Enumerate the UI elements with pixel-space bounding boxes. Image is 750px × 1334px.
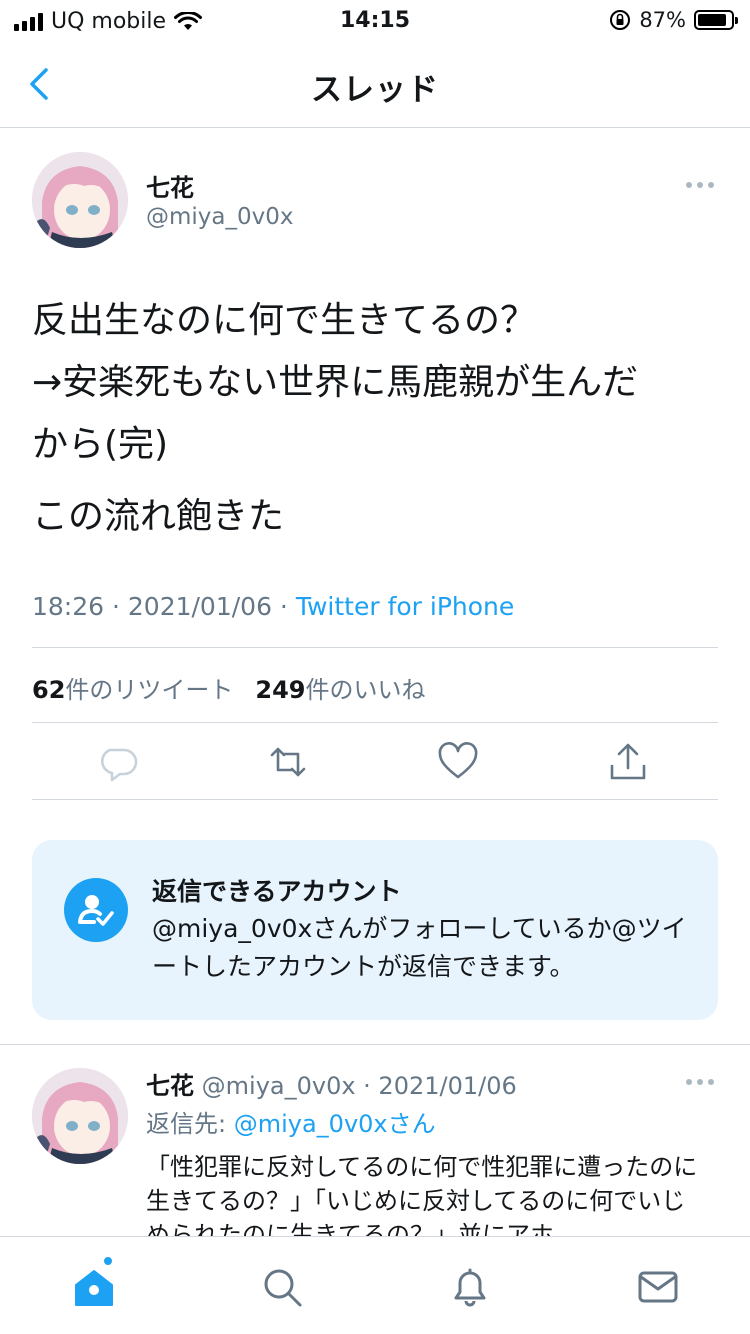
retweet-count-value: 62	[32, 676, 66, 704]
status-right: 87%	[609, 8, 738, 32]
like-icon[interactable]	[436, 740, 480, 784]
battery-icon	[694, 10, 738, 30]
tweet-timestamp: 18:26 · 2021/01/06 ·	[32, 592, 296, 621]
more-icon[interactable]	[686, 1079, 714, 1085]
messages-icon[interactable]	[636, 1265, 680, 1309]
like-count-label: 件のいいね	[305, 676, 426, 704]
reply-handle-date[interactable]: @miya_0v0x · 2021/01/06	[202, 1072, 517, 1100]
battery-percent: 87%	[639, 8, 686, 32]
tweet-line: から(完)	[32, 424, 169, 465]
tweet-line: →安楽死もない世界に馬鹿親が生んだ	[32, 362, 639, 403]
reply-text: 「性犯罪に反対してるのに何で性犯罪に遭ったのに生きてるの？」「いじめに反対してる…	[146, 1153, 698, 1240]
like-count[interactable]: 249件のいいね	[255, 670, 425, 705]
home-icon[interactable]	[72, 1265, 116, 1309]
engagement-counts: 62件のリツイート 249件のいいね	[32, 670, 426, 705]
author-name[interactable]: 七花	[146, 168, 194, 203]
tweet-source-link[interactable]: Twitter for iPhone	[296, 592, 514, 621]
avatar[interactable]	[32, 152, 128, 248]
more-icon[interactable]	[686, 182, 714, 188]
divider	[32, 722, 718, 723]
share-icon[interactable]	[606, 740, 650, 784]
divider	[0, 1044, 750, 1045]
reply-restriction-text: @miya_0v0xさんがフォローしているか@ツイートしたアカウントが返信できま…	[152, 914, 687, 981]
orientation-lock-icon	[610, 10, 631, 30]
tweet-text: 反出生なのに何で生きてるの？ →安楽死もない世界に馬鹿親が生んだ から(完) こ…	[32, 290, 722, 548]
reply-header: 七花 @miya_0v0x · 2021/01/06	[146, 1066, 517, 1101]
search-icon[interactable]	[260, 1265, 304, 1309]
reply-to: 返信先: @miya_0v0xさん	[146, 1104, 436, 1139]
divider	[32, 647, 718, 648]
reply-to-label: 返信先:	[146, 1110, 234, 1138]
tab-bar	[0, 1236, 750, 1334]
reply-restriction-icon	[64, 878, 128, 942]
retweet-count-label: 件のリツイート	[65, 676, 234, 704]
status-bar: UQ mobile 14:15 87%	[0, 0, 750, 44]
reply-author-name[interactable]: 七花	[146, 1072, 194, 1100]
tweet-line: 反出生なのに何で生きてるの？	[32, 300, 537, 341]
tweet-actions	[32, 740, 718, 792]
page-title: スレッド	[311, 72, 439, 108]
reply-to-handle[interactable]: @miya_0v0xさん	[234, 1110, 436, 1138]
tweet-line: この流れ飽きた	[32, 496, 285, 537]
tweet-meta: 18:26 · 2021/01/06 · Twitter for iPhone	[32, 592, 514, 621]
nav-bar: スレッド	[0, 44, 750, 128]
reply-icon[interactable]	[96, 740, 140, 784]
author-handle[interactable]: @miya_0v0x	[146, 204, 294, 230]
divider	[32, 799, 718, 800]
reply-avatar[interactable]	[32, 1068, 128, 1164]
like-count-value: 249	[255, 676, 306, 704]
retweet-count[interactable]: 62件のリツイート	[32, 670, 233, 705]
notifications-icon[interactable]	[448, 1265, 492, 1309]
home-badge	[102, 1255, 114, 1267]
retweet-icon[interactable]	[266, 740, 310, 784]
reply-restriction-card: 返信できるアカウント @miya_0v0xさんがフォローしているか@ツイートした…	[32, 840, 718, 1020]
reply-restriction-title: 返信できるアカウント	[152, 877, 402, 906]
